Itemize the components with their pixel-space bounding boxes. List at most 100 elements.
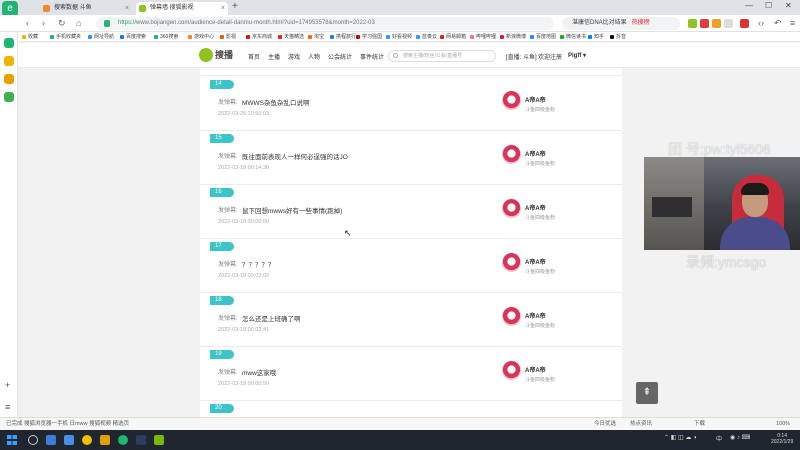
sidebar-menu-icon[interactable]: ≡ [5, 402, 10, 412]
task-view-icon[interactable] [46, 435, 56, 445]
tray-icons[interactable]: ⌃ ◧ ◫ ☁ ◑ [664, 434, 697, 441]
minimize-icon[interactable]: — [745, 1, 753, 10]
forward-icon[interactable]: › [42, 18, 45, 28]
sidebar-app-icon[interactable] [4, 92, 14, 102]
menu-icon[interactable]: ≡ [790, 18, 795, 28]
danmu-date: 2022-03-18 00:00:00 [218, 219, 270, 225]
app-icon[interactable] [100, 435, 110, 445]
anchor-name[interactable]: A帝A帝 [525, 257, 546, 266]
back-to-top-button[interactable]: ⇞ [636, 382, 658, 404]
bookmark-item[interactable]: 天猫精选 [278, 32, 304, 42]
new-tab-button[interactable]: + [232, 1, 238, 12]
steam-icon[interactable] [136, 435, 146, 445]
avatar[interactable] [502, 199, 521, 218]
bookmark-item[interactable]: 好看视频 [386, 32, 412, 42]
danmu-text: mww这家哦 [242, 370, 277, 377]
app-icon[interactable] [82, 435, 92, 445]
bookmark-item[interactable]: 新浪微博 [500, 32, 526, 42]
browser-taskbar-icon[interactable] [118, 435, 128, 445]
url-scheme: https:// [118, 20, 137, 26]
bookmark-item[interactable]: 影视 [220, 32, 236, 42]
browser-search-box[interactable]: 湛康信DNA比对结果 热搜榜 [562, 17, 680, 30]
undo-icon[interactable]: ↶ [774, 18, 782, 29]
bookmark-item[interactable]: 收藏 [22, 32, 38, 42]
anchor-name[interactable]: A帝A帝 [525, 95, 546, 104]
tab-close-icon[interactable]: × [125, 2, 129, 15]
avatar[interactable] [502, 307, 521, 326]
avatar[interactable] [502, 253, 521, 272]
anchor-name[interactable]: A帝A帝 [525, 365, 546, 374]
anchor-level: 斗鱼四级鱼粉 [525, 215, 556, 221]
bookmark-item[interactable]: 京东商城 [246, 32, 272, 42]
extension-icon[interactable] [712, 19, 721, 28]
anchor-level: 斗鱼四级鱼粉 [525, 161, 556, 167]
anchor-name[interactable]: A帝A帝 [525, 203, 546, 212]
search-icon[interactable] [28, 435, 38, 445]
bookmark-item[interactable]: 哔哩哔哩 [470, 32, 496, 42]
tray-icons[interactable]: ◉ ♪ ⌨ [730, 434, 750, 441]
bookmark-item[interactable]: 手机收藏夹 [50, 32, 81, 42]
avatar[interactable] [502, 145, 521, 164]
danmu-date: 2022-03-25 10:50:03 [218, 111, 270, 117]
tab-close-icon[interactable]: × [221, 2, 225, 15]
code-icon[interactable]: ‹› [758, 18, 764, 28]
rank-badge: 18 [210, 296, 234, 305]
anchor-name[interactable]: A帝A帝 [525, 311, 546, 320]
bookmark-item[interactable]: 携程旅行 [330, 32, 356, 42]
back-icon[interactable]: ‹ [26, 18, 29, 28]
refresh-icon[interactable]: ↻ [58, 18, 66, 29]
taskbar-clock[interactable]: 0:14 2022/1/29 [771, 433, 793, 445]
status-item[interactable]: 热点资讯 [630, 418, 652, 430]
danmu-label: 发弹幕: [218, 208, 238, 214]
status-download[interactable]: 下载 [694, 418, 705, 430]
bookmark-item[interactable]: 淘宝 [308, 32, 324, 42]
browser-status-bar: 已完成 搜狐浏览器一手机 日mww 搜狐视频 精选页 今日优选 热点资讯 下载 … [0, 417, 800, 430]
list-item: 14 发弹幕: MWWS杂鱼杂乱口说啊 2022-03-25 10:50:03 … [200, 77, 622, 131]
bookmark-item[interactable]: 游戏中心 [188, 32, 214, 42]
anchor-name[interactable]: A帝A帝 [525, 149, 546, 158]
tab-danmu-wall[interactable]: 弹幕墙 搜狐影视 × [136, 2, 228, 15]
rank-badge: 20 [210, 404, 234, 413]
extension-icon[interactable] [724, 19, 733, 28]
tab-label: 搜索数据 斗鱼 [54, 5, 92, 11]
maximize-icon[interactable]: ☐ [765, 1, 772, 10]
webcam-shelf [652, 197, 692, 217]
bookmark-item[interactable]: 百度地图 [530, 32, 556, 42]
status-item[interactable]: 今日优选 [594, 418, 616, 430]
avatar[interactable] [502, 91, 521, 110]
address-bar[interactable]: https://www.bojiangen.com/audience-detai… [96, 17, 554, 30]
bookmark-item[interactable]: 百度搜索 [120, 32, 146, 42]
bookmark-item[interactable]: 抖音 [610, 32, 626, 42]
status-text: 已完成 搜狐浏览器一手机 日mww 搜狐视频 精选页 [6, 421, 130, 427]
explorer-icon[interactable] [64, 435, 74, 445]
sidebar-plus-icon[interactable]: + [5, 380, 10, 390]
avatar[interactable] [502, 361, 521, 380]
zoom-level[interactable]: 100% [776, 418, 790, 430]
danmu-label: 发弹幕: [218, 316, 238, 322]
bookmark-item[interactable]: 知乎 [588, 32, 604, 42]
extension-icon[interactable] [740, 19, 749, 28]
sidebar-add-icon[interactable] [4, 38, 14, 48]
list-item-partial: 20 [200, 401, 622, 417]
sidebar-weibo-icon[interactable] [4, 74, 14, 84]
home-icon[interactable]: ⌂ [76, 18, 81, 28]
bookmark-item[interactable]: 360搜索 [154, 32, 178, 42]
tab-search-data[interactable]: 搜索数据 斗鱼 × [40, 2, 132, 15]
nvidia-icon[interactable] [154, 435, 164, 445]
extension-icon[interactable] [700, 19, 709, 28]
bookmark-item[interactable]: 网址导航 [88, 32, 114, 42]
danmu-text: 鼠下回想mwws好有一些事情(跑掉) [242, 208, 343, 215]
bookmark-item[interactable]: 蓝奏云 [416, 32, 437, 42]
extension-icon[interactable] [688, 19, 697, 28]
bookmark-item[interactable]: 网易邮箱 [440, 32, 466, 42]
input-method-indicator[interactable]: 中 [716, 434, 722, 443]
sidebar-favorites-icon[interactable] [4, 56, 14, 66]
bookmark-item[interactable]: 学习强国 [356, 32, 382, 42]
anchor-level: 斗鱼四级鱼粉 [525, 269, 556, 275]
start-icon[interactable] [7, 435, 17, 445]
danmu-date: 2022-03-18 00:02:02 [218, 273, 270, 279]
bookmark-item[interactable]: 微信读书 [560, 32, 586, 42]
rank-badge: 17 [210, 242, 234, 251]
hot-search-label[interactable]: 热搜榜 [632, 20, 650, 26]
close-window-icon[interactable]: ✕ [785, 1, 792, 10]
